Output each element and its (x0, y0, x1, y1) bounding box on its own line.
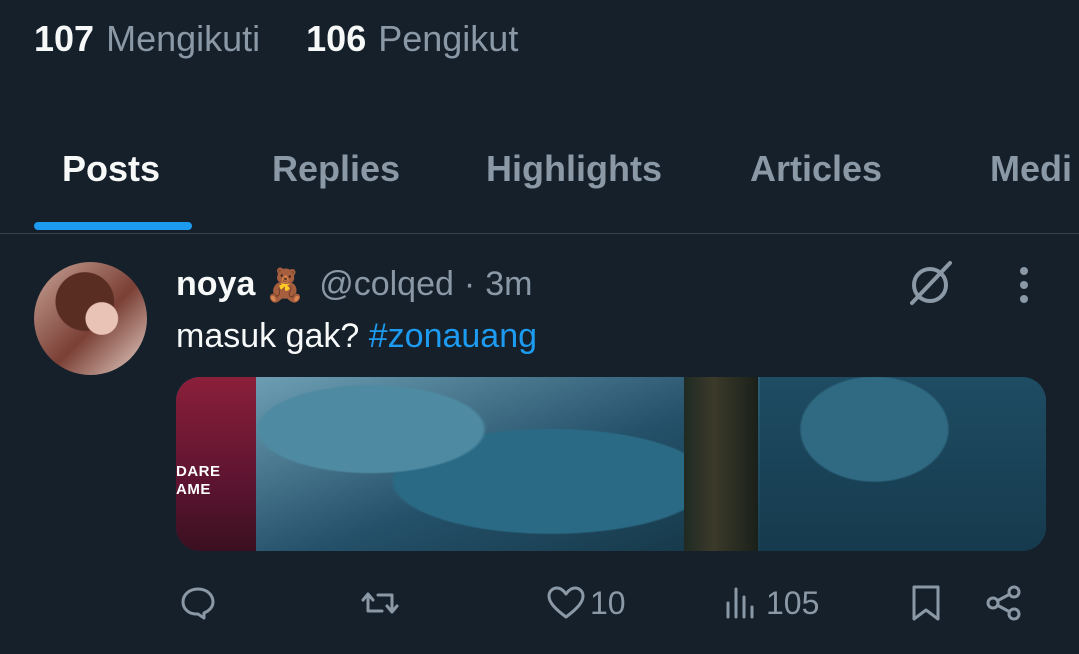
following-count: 107 (34, 18, 95, 59)
media-forest-left (236, 377, 686, 551)
tab-articles[interactable]: Articles (750, 148, 882, 190)
more-icon[interactable] (1010, 263, 1038, 307)
post-actions: 10 105 (0, 583, 1079, 627)
display-name[interactable]: noya (176, 265, 255, 304)
share-icon (986, 585, 1021, 621)
media-forest-right (760, 377, 1046, 551)
hashtag-link[interactable]: #zonauang (369, 317, 537, 355)
like-button[interactable]: 10 (546, 583, 626, 623)
tab-posts[interactable]: Posts (62, 148, 160, 190)
reply-button[interactable] (178, 583, 218, 623)
share-button[interactable] (984, 583, 1024, 623)
followers-link[interactable]: 106 Pengikut (306, 18, 518, 60)
views-icon (726, 587, 754, 619)
profile-tabs: Posts Replies Highlights Articles Medi (0, 130, 1079, 234)
teddy-bear-emoji: 🧸 (265, 266, 306, 303)
repost-icon (361, 592, 399, 614)
followers-count: 106 (306, 18, 367, 59)
media-overlay-text: DARE AME (176, 463, 221, 498)
tab-media[interactable]: Medi (990, 148, 1072, 190)
post-media[interactable]: DARE AME (176, 377, 1046, 551)
post[interactable]: noya 🧸 @colqed · 3m masuk gak? #zonauang… (0, 235, 1079, 654)
user-handle[interactable]: @colqed (319, 265, 454, 304)
grok-icon[interactable] (904, 257, 956, 309)
bookmark-button[interactable] (906, 583, 946, 623)
bookmark-icon (912, 585, 940, 621)
reply-icon (181, 587, 215, 620)
avatar[interactable] (34, 262, 147, 375)
media-tree-trunk (684, 377, 758, 551)
repost-button[interactable] (360, 583, 400, 623)
like-count: 10 (590, 584, 626, 621)
following-label: Mengikuti (106, 18, 261, 59)
post-text: masuk gak? #zonauang (176, 317, 537, 356)
follow-stats: 107 Mengikuti 106 Pengikut (34, 18, 518, 60)
post-body: masuk gak? (176, 317, 369, 355)
post-header: noya 🧸 @colqed · 3m (176, 265, 532, 304)
separator-dot: · (463, 265, 476, 303)
views-button[interactable]: 105 (722, 583, 819, 623)
active-tab-indicator (34, 222, 192, 230)
tab-highlights[interactable]: Highlights (486, 148, 662, 190)
heart-icon (547, 586, 585, 619)
tab-replies[interactable]: Replies (272, 148, 400, 190)
followers-label: Pengikut (378, 18, 519, 59)
post-time[interactable]: 3m (485, 265, 532, 304)
following-link[interactable]: 107 Mengikuti (34, 18, 260, 60)
view-count: 105 (766, 584, 820, 621)
